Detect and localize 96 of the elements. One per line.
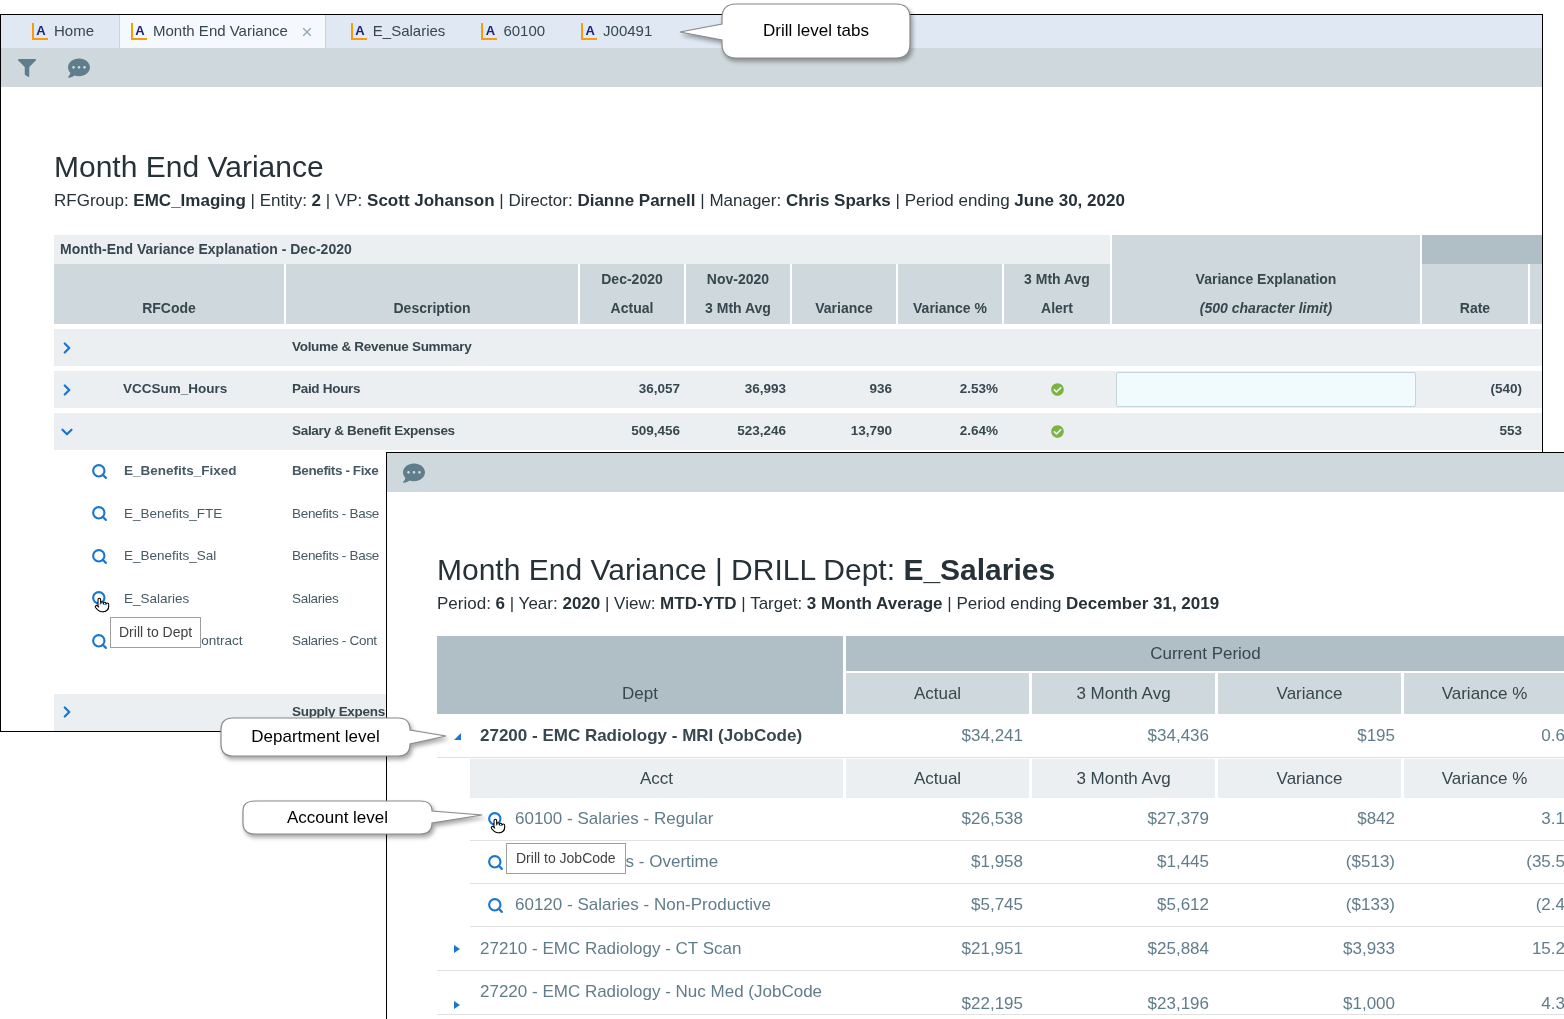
tab[interactable]: A 60100: [470, 15, 557, 48]
column-header: Dec-2020 Actual: [580, 264, 686, 324]
value-cell-text: 936: [869, 380, 892, 399]
description: Salary & Benefit Expenses: [292, 422, 455, 441]
tab[interactable]: A E_Salaries: [339, 15, 457, 48]
callout-text: Account level: [286, 807, 389, 830]
value-cell-text: 36,993: [744, 380, 786, 399]
tab[interactable]: A J00491: [570, 15, 664, 48]
value-cell-text: 36,057: [638, 380, 680, 399]
dept-label[interactable]: 27210 - EMC Radiology - CT Scan: [480, 935, 742, 962]
value-cell-text: $5,612: [1157, 894, 1209, 917]
column-header: Variance Explanation (500 character limit): [1110, 235, 1422, 324]
rf-code: VCCSum_Hours: [123, 380, 228, 399]
column-header: Rate: [1422, 264, 1528, 324]
column-header: Description: [286, 264, 580, 324]
value-cell-text: $21,951: [961, 937, 1023, 960]
column-header: 3 Month Avg: [1032, 759, 1218, 798]
column-header: Variance %: [898, 264, 1004, 324]
column-header: Actual: [846, 673, 1032, 714]
column-header: Variance: [1218, 759, 1404, 798]
value-cell-text: 13,790: [850, 422, 892, 441]
tooltip: Drill to Dept: [110, 616, 202, 648]
description: Salaries - Cont: [292, 632, 377, 651]
value-cell-text: 15.2: [1531, 937, 1564, 960]
rate-cell-text: 553: [1499, 422, 1522, 441]
collapsed-triangle-icon[interactable]: [453, 943, 461, 954]
value-cell: $22,195: [961, 994, 1023, 1014]
description: Benefits - Base: [292, 504, 380, 523]
value-cell-text: $26,538: [961, 808, 1023, 831]
tab[interactable]: A Home: [21, 15, 105, 48]
description: Benefits - Base: [292, 547, 380, 566]
account-label[interactable]: 60100 - Salaries - Regular: [515, 806, 714, 832]
report-title: Month End Variance: [54, 151, 325, 183]
value-cell-text: $34,241: [961, 724, 1023, 747]
column-header: 3 Mth Avg Alert: [1004, 264, 1110, 324]
column-header: Variance %: [1404, 673, 1564, 714]
dept-label[interactable]: 27220 - EMC Radiology - Nuc Med (JobCode: [480, 979, 823, 1005]
value-cell-text: $1,958: [971, 851, 1023, 874]
column-group-header: Current Period: [846, 636, 1564, 673]
value-cell-text: $34,436: [1147, 724, 1209, 747]
callout-text: Drill level tabs: [763, 20, 869, 43]
description: Benefits - Fixe: [292, 462, 379, 481]
drill-subtitle: Period: 6 | Year: 2020 | View: MTD-YTD | Target: 3 Month Average | Period ending December 31, 2019: [437, 593, 1221, 615]
rf-code[interactable]: E_Benefits_Fixed: [124, 461, 237, 482]
report-subtitle: RFGroup: EMC_Imaging | Entity: 2 | VP: Scott Johanson | Director: Dianne Parnell | Manager: Chris Sparks | Period ending June 30, 2020: [54, 190, 1126, 212]
value-cell-text: ($513): [1345, 851, 1395, 874]
column-header: Variance %: [1404, 759, 1564, 798]
column-header: Nov-2020 3 Mth Avg: [686, 264, 792, 324]
dept-label[interactable]: 27200 - EMC Radiology - MRI (JobCode): [480, 722, 803, 749]
value-cell-text: $195: [1357, 724, 1395, 747]
column-header: Dept: [437, 636, 846, 714]
value-cell-text: (35.5: [1526, 851, 1564, 874]
value-cell-text: 3.1: [1541, 808, 1564, 831]
value-cell-text: $27,379: [1147, 808, 1209, 831]
value-cell: $23,196: [1147, 994, 1209, 1014]
value-cell-text: $1,445: [1157, 851, 1209, 874]
explanation-field[interactable]: [1116, 372, 1416, 407]
value-cell-text: ($133): [1345, 894, 1395, 917]
value-cell: $1,000: [1343, 994, 1395, 1014]
rf-code[interactable]: E_Benefits_Sal: [124, 546, 217, 567]
rf-code[interactable]: E_Benefits_FTE: [124, 503, 223, 524]
value-cell: 4.3: [1541, 994, 1564, 1014]
description: Salaries: [292, 589, 339, 608]
account-label[interactable]: s - Overtime: [625, 849, 719, 875]
column-header: 3 Month Avg: [1032, 673, 1218, 714]
callout-text: Department level: [251, 726, 380, 749]
column-header: Variance: [792, 264, 898, 324]
description: Supply Expens: [292, 702, 385, 721]
column-header: RFCode: [54, 264, 286, 324]
column-header: Variance: [1218, 673, 1404, 714]
comment-icon[interactable]: [403, 461, 425, 484]
value-cell-text: $842: [1357, 808, 1395, 831]
account-label[interactable]: 60120 - Salaries - Non-Productive: [515, 892, 772, 918]
comment-icon[interactable]: [68, 56, 90, 79]
column-header: Acct: [470, 759, 846, 798]
tooltip: Drill to JobCode: [506, 842, 626, 874]
value-cell-text: 2.64%: [959, 422, 998, 441]
value-cell-text: 509,456: [631, 422, 680, 441]
value-cell-text: $3,933: [1343, 937, 1395, 960]
rf-code[interactable]: E_Salaries: [124, 588, 190, 609]
collapsed-triangle-icon[interactable]: [453, 1000, 461, 1010]
value-cell-text: $25,884: [1147, 937, 1209, 960]
value-cell-text: 523,246: [737, 422, 786, 441]
tab[interactable]: A Month End Variance: [119, 15, 326, 48]
description: Volume & Revenue Summary: [292, 338, 472, 357]
value-cell-text: 0.6: [1541, 724, 1564, 747]
rf-code[interactable]: ontract: [201, 631, 243, 652]
description: Paid Hours: [292, 380, 361, 399]
rate-cell-text: (540): [1490, 380, 1522, 399]
table-caption: Month-End Variance Explanation - Dec-2020: [54, 235, 1110, 264]
value-cell-text: (2.4: [1535, 894, 1564, 917]
column-header: Actual: [846, 759, 1032, 798]
value-cell-text: $5,745: [971, 894, 1023, 917]
value-cell-text: 2.53%: [959, 380, 998, 399]
drill-title: Month End Variance | DRILL Dept: E_Salaries: [437, 554, 1057, 586]
filter-icon[interactable]: [18, 58, 36, 77]
